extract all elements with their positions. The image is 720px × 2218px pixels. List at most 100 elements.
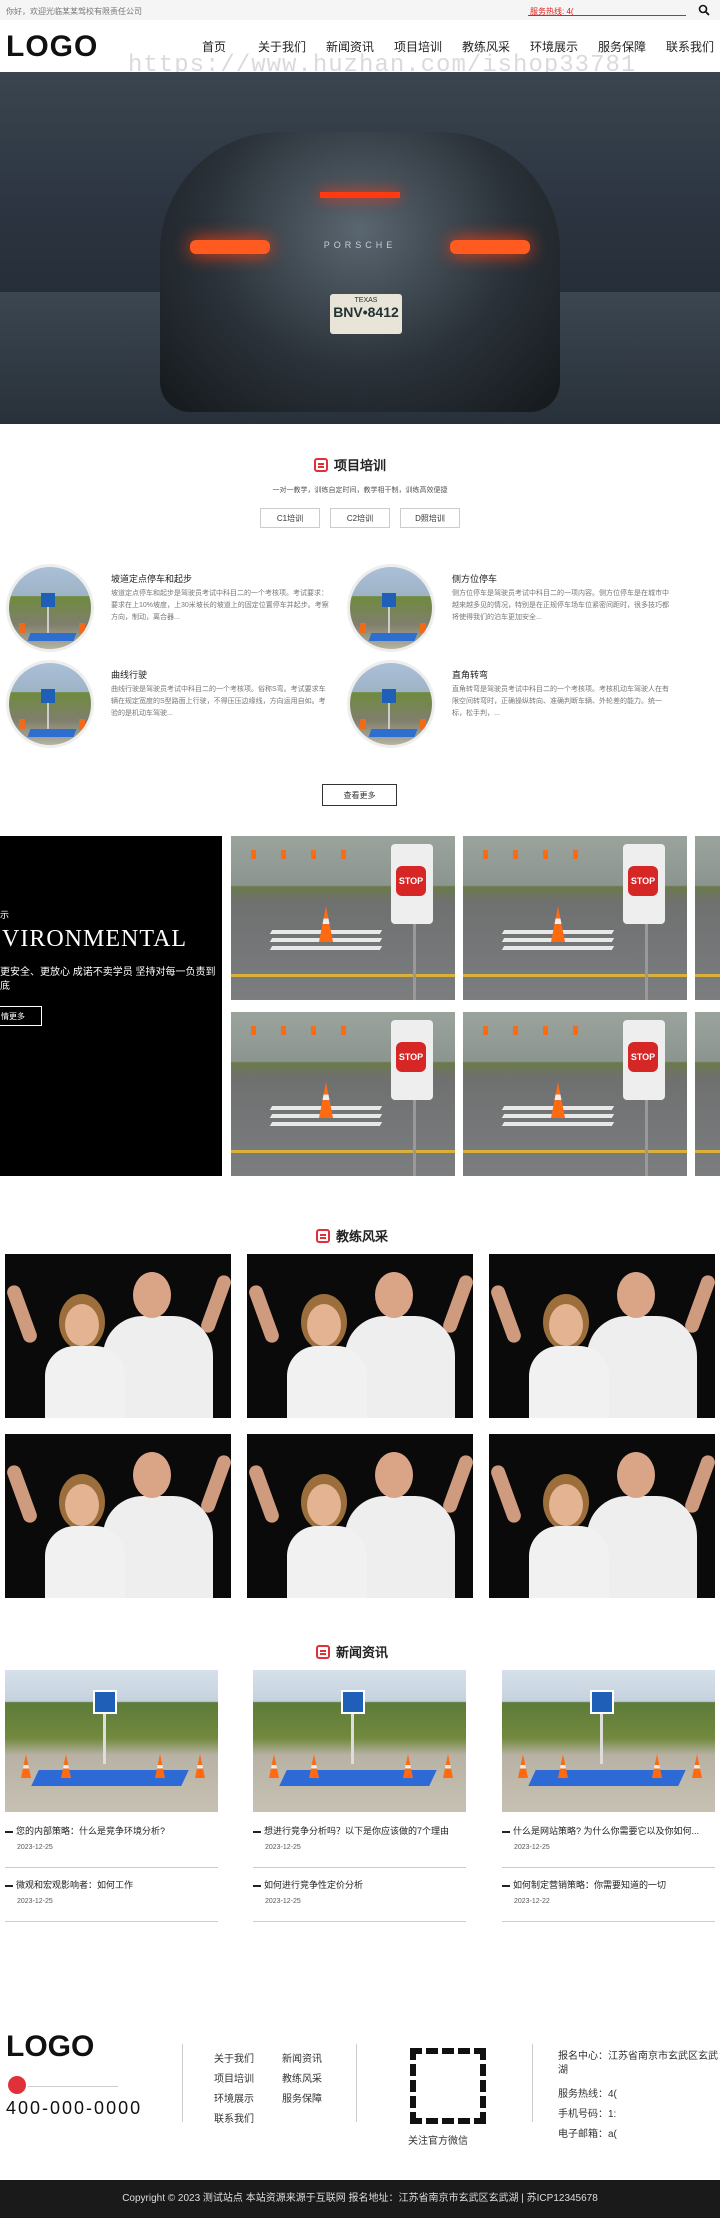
banner-car — [160, 132, 560, 412]
tab-d[interactable]: D照培训 — [400, 508, 460, 528]
news-section-title: 新闻资讯 — [316, 1642, 388, 1661]
coach-photo[interactable] — [489, 1434, 715, 1598]
view-more-button[interactable]: 查看更多 — [322, 784, 397, 806]
footer-link[interactable]: 服务保障 — [282, 2090, 322, 2105]
footer-link[interactable]: 关于我们 — [214, 2050, 254, 2065]
environment-heading: VIRONMENTAL — [2, 926, 188, 952]
project-item-desc: 直角转弯是驾驶员考试中科目二的一个考核项。考核机动车驾驶人在有限空间转弯时，正确… — [452, 686, 669, 717]
news-item[interactable]: 如何进行竞争性定价分析 2023-12-25 — [253, 1872, 466, 1922]
footer-divider — [182, 2044, 183, 2122]
news-item-date: 2023-12-25 — [265, 1844, 301, 1851]
tab-c1[interactable]: C1培训 — [260, 508, 320, 528]
environment-more-button[interactable]: 情更多 — [0, 1006, 42, 1026]
news-item-date: 2023-12-22 — [514, 1898, 550, 1905]
project-thumb — [347, 564, 435, 652]
hotline-text: 服务热线: 4( — [530, 7, 574, 16]
project-item[interactable]: 侧方位停车 侧方位停车是驾驶员考试中科目二的一项内容。侧方位停车是在城市中越来越… — [347, 564, 677, 654]
environment-panel: 示 VIRONMENTAL 更安全、更放心 成诺不卖学员 坚持对每一负责到底 情… — [0, 836, 222, 1176]
banner-brake-light — [320, 192, 400, 198]
hero-banner[interactable]: PORSCHE TEXAS BNV•8412 — [0, 72, 720, 424]
footer-logo[interactable]: LOGO — [6, 2030, 94, 2064]
site-logo[interactable]: LOGO — [6, 30, 98, 64]
news-image[interactable] — [502, 1670, 715, 1812]
news-item-title: 如何进行竞争性定价分析 — [253, 1878, 466, 1891]
footer-link[interactable]: 环境展示 — [214, 2090, 254, 2105]
footer-link[interactable]: 联系我们 — [214, 2110, 254, 2125]
news-item-title: 什么是网站策略? 为什么你需要它以及你如何... — [502, 1824, 715, 1837]
news-item-title: 想进行竞争分析吗？以下是你应该做的7个理由 — [253, 1824, 466, 1837]
news-item-date: 2023-12-25 — [17, 1844, 53, 1851]
news-item-title: 如何制定营销策略：你需要知道的一切 — [502, 1878, 715, 1891]
section-icon — [316, 1228, 330, 1243]
coach-photo[interactable] — [247, 1434, 473, 1598]
footer-mobile: 手机号码：1: — [558, 2109, 617, 2120]
search-icon[interactable] — [698, 4, 710, 16]
footer-address: 报名中心：江苏省南京市玄武区玄武湖 — [558, 2051, 718, 2076]
coach-photo[interactable] — [5, 1254, 231, 1418]
news-image[interactable] — [253, 1670, 466, 1812]
project-item[interactable]: 直角转弯 直角转弯是驾驶员考试中科目二的一个考核项。考核机动车驾驶人在有限空间转… — [347, 660, 677, 750]
project-item-name: 侧方位停车 — [452, 574, 498, 584]
footer-phone: 400-000-0000 — [6, 2098, 143, 2118]
coach-photo[interactable] — [5, 1434, 231, 1598]
coach-photo[interactable] — [489, 1254, 715, 1418]
project-item-name: 直角转弯 — [452, 670, 489, 680]
environment-image[interactable] — [695, 1012, 720, 1176]
section-icon — [316, 1644, 330, 1659]
plate-number: BNV•8412 — [333, 304, 399, 320]
nav-item-contact[interactable]: 联系我们 — [656, 38, 720, 55]
footer-link[interactable]: 教练风采 — [282, 2070, 322, 2085]
project-thumb — [6, 564, 94, 652]
footer-email: 电子邮箱：a( .com — [558, 2129, 617, 2140]
top-bar: 你好，欢迎光临某某驾校有限责任公司 服务热线: 4( — [0, 0, 720, 20]
environment-text: 更安全、更放心 成诺不卖学员 坚持对每一负责到底 — [0, 967, 216, 992]
phone-icon — [8, 2076, 26, 2094]
coach-title-text: 教练风采 — [336, 1229, 389, 1244]
project-item-desc: 曲线行驶是驾驶员考试中科目二的一个考核项。俗称S弯。考试要求车辆在规定宽度的S型… — [111, 686, 326, 717]
news-item-title: 微观和宏观影响者：如何工作 — [5, 1878, 218, 1891]
stop-sign: STOP — [628, 866, 658, 896]
footer-hotline: 服务热线：4( — [558, 2089, 617, 2100]
banner-tail-light-right — [450, 240, 530, 254]
copyright-bar: Copyright © 2023 测试站点 本站资源来源于互联网 报名地址：江苏… — [0, 2180, 720, 2218]
stop-sign: STOP — [628, 1042, 658, 1072]
environment-image[interactable]: STOP — [463, 1012, 687, 1176]
environment-image[interactable]: STOP — [231, 836, 455, 1000]
welcome-text: 你好，欢迎光临某某驾校有限责任公司 — [6, 7, 142, 16]
qr-caption: 关注官方微信 — [408, 2136, 468, 2147]
news-item-title: 您的内部策略：什么是竞争环境分析? — [5, 1824, 218, 1837]
plate-state: TEXAS — [354, 297, 378, 304]
news-title-text: 新闻资讯 — [336, 1645, 389, 1660]
project-item-desc: 坡道定点停车和起步是驾驶员考试中科目二的一个考核项。考试要求：要求在上10%坡度… — [111, 590, 329, 621]
news-item[interactable]: 微观和宏观影响者：如何工作 2023-12-25 — [5, 1872, 218, 1922]
footer-divider — [28, 2086, 118, 2087]
project-thumb — [6, 660, 94, 748]
project-item-desc: 侧方位停车是驾驶员考试中科目二的一项内容。侧方位停车是在城市中越来越多见的情况，… — [452, 590, 669, 621]
news-item[interactable]: 想进行竞争分析吗？以下是你应该做的7个理由 2023-12-25 — [253, 1818, 466, 1868]
project-title-text: 项目培训 — [334, 458, 387, 473]
environment-image[interactable]: STOP — [463, 836, 687, 1000]
stop-sign: STOP — [396, 866, 426, 896]
footer-link[interactable]: 项目培训 — [214, 2070, 254, 2085]
environment-image[interactable] — [695, 836, 720, 1000]
project-item[interactable]: 曲线行驶 曲线行驶是驾驶员考试中科目二的一个考核项。俗称S弯。考试要求车辆在规定… — [6, 660, 336, 750]
news-item[interactable]: 您的内部策略：什么是竞争环境分析? 2023-12-25 — [5, 1818, 218, 1868]
banner-tail-light-left — [190, 240, 270, 254]
project-item[interactable]: 坡道定点停车和起步 坡道定点停车和起步是驾驶员考试中科目二的一个考核项。考试要求… — [6, 564, 336, 654]
project-subtitle: 一对一教学，训练自定时间，教学相干制，训练高效便捷 — [272, 487, 448, 494]
footer-divider — [532, 2044, 533, 2122]
news-item[interactable]: 如何制定营销策略：你需要知道的一切 2023-12-22 — [502, 1872, 715, 1922]
coach-section-title: 教练风采 — [316, 1226, 388, 1245]
project-item-name: 曲线行驶 — [111, 670, 148, 680]
project-section-title: 项目培训 — [314, 455, 386, 474]
news-image[interactable] — [5, 1670, 218, 1812]
environment-image[interactable]: STOP — [231, 1012, 455, 1176]
news-item[interactable]: 什么是网站策略? 为什么你需要它以及你如何... 2023-12-25 — [502, 1818, 715, 1868]
banner-license-plate: TEXAS BNV•8412 — [330, 294, 402, 334]
banner-car-brand: PORSCHE — [323, 240, 397, 250]
section-icon — [314, 457, 328, 472]
footer-link[interactable]: 新闻资讯 — [282, 2050, 322, 2065]
news-item-date: 2023-12-25 — [514, 1844, 550, 1851]
tab-c2[interactable]: C2培训 — [330, 508, 390, 528]
coach-photo[interactable] — [247, 1254, 473, 1418]
